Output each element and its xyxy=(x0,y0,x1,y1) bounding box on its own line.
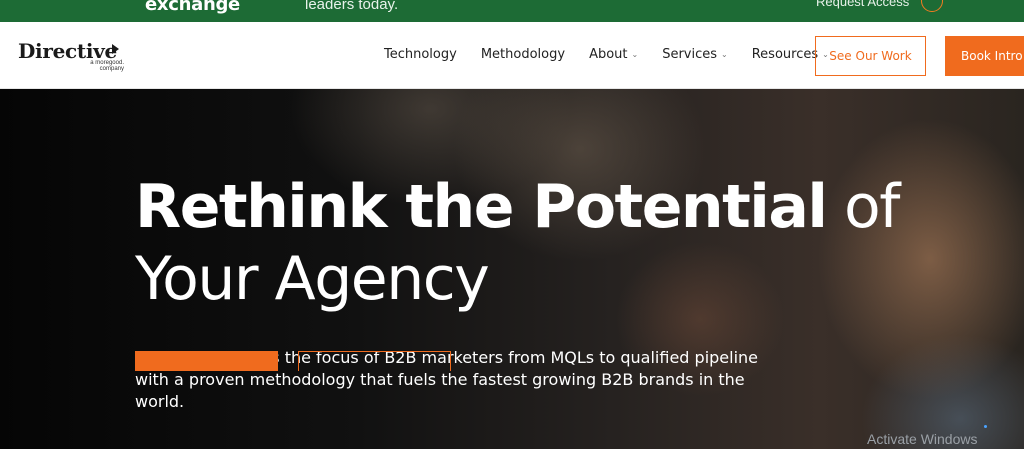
announcement-banner: exchange leaders today. Request Access xyxy=(0,0,1024,22)
chevron-down-icon: ⌄ xyxy=(631,50,639,59)
book-intro-button[interactable]: Book Intro C xyxy=(945,36,1024,76)
hero-title-of: of xyxy=(844,172,900,242)
nav-item-label: Methodology xyxy=(480,47,566,62)
logo-subtitle: a moregood. company xyxy=(68,60,124,72)
arrow-circle-icon[interactable] xyxy=(921,0,943,12)
nav-item-label: Resources xyxy=(751,47,819,62)
chevron-down-icon: ⌄ xyxy=(721,50,728,59)
nav-item-label: Technology xyxy=(384,47,457,62)
main-nav: Directive a moregood. company Technology… xyxy=(0,22,1024,89)
request-access-link[interactable]: Request Access xyxy=(816,0,909,9)
banner-tagline: leaders today. xyxy=(305,0,399,13)
hero-title: Rethink the Potential of Your Agency xyxy=(135,171,900,315)
nav-item-label: Services xyxy=(662,47,718,62)
logo-sub-line2: company xyxy=(99,66,124,72)
logo-arrow-icon xyxy=(112,44,119,54)
see-our-work-button[interactable]: See Our Work xyxy=(815,36,926,76)
nav-item-services[interactable]: Services ⌄ xyxy=(662,47,728,62)
nav-item-label: About xyxy=(589,47,628,62)
nav-item-about[interactable]: About ⌄ xyxy=(589,47,638,62)
hero-primary-button[interactable] xyxy=(135,351,278,371)
banner-brand: exchange xyxy=(145,0,240,15)
nav-links: Technology Methodology About ⌄ Services … xyxy=(384,47,853,62)
directive-logo[interactable]: Directive a moregood. company xyxy=(18,39,124,72)
activate-windows-watermark: Activate Windows xyxy=(867,431,978,447)
hero-title-line1: Rethink the Potential of xyxy=(135,171,900,243)
hero-title-line2: Your Agency xyxy=(135,244,490,314)
nav-item-methodology[interactable]: Methodology xyxy=(481,47,565,62)
nav-item-technology[interactable]: Technology xyxy=(384,47,457,62)
hero-title-bold: Rethink the Potential xyxy=(135,172,828,242)
hero-section: Rethink the Potential of Your Agency Dir… xyxy=(0,89,1024,449)
hero-secondary-button[interactable] xyxy=(298,351,451,371)
indicator-dot xyxy=(984,425,987,428)
